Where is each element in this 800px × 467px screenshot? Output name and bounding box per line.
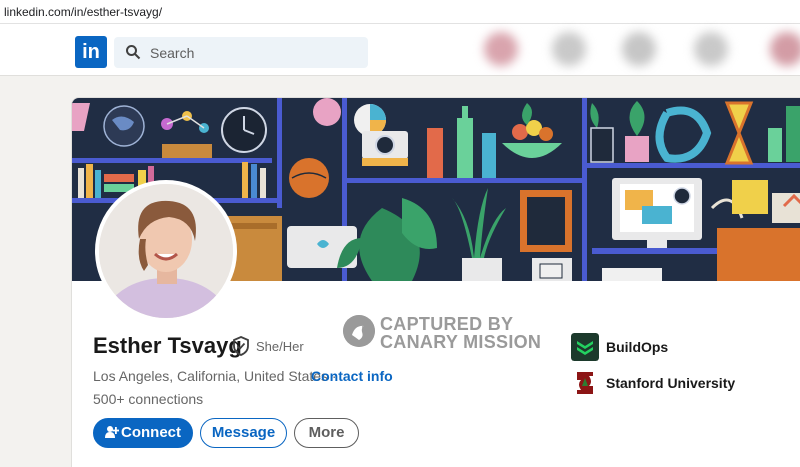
canary-bird-icon — [343, 315, 375, 347]
canary-mission-watermark: CAPTURED BY CANARY MISSION — [343, 314, 543, 354]
search-icon — [126, 45, 141, 60]
add-person-icon — [105, 426, 120, 438]
connect-button-label: Connect — [121, 424, 181, 441]
browser-address-bar[interactable]: linkedin.com/in/esther-tsvayg/ — [0, 0, 800, 24]
profile-photo — [99, 184, 233, 318]
nav-item-blurred[interactable] — [552, 32, 586, 66]
profile-location: Los Angeles, California, United States · — [93, 368, 337, 384]
experience-label: BuildOps — [606, 339, 669, 355]
linkedin-logo[interactable]: in — [75, 36, 107, 68]
message-button[interactable]: Message — [200, 418, 287, 448]
top-navigation: in Search — [0, 24, 800, 76]
profile-avatar[interactable] — [95, 180, 237, 322]
search-bar[interactable]: Search — [114, 37, 368, 68]
verified-shield-icon[interactable] — [232, 336, 250, 356]
connections-count[interactable]: 500+ connections — [93, 391, 203, 407]
nav-item-blurred[interactable] — [484, 32, 518, 66]
url-text: linkedin.com/in/esther-tsvayg/ — [4, 5, 163, 19]
nav-item-blurred[interactable] — [694, 32, 728, 66]
stanford-logo-icon — [571, 369, 599, 397]
connect-button[interactable]: Connect — [93, 418, 193, 448]
watermark-line-2: CANARY MISSION — [380, 332, 542, 352]
education-label: Stanford University — [606, 375, 736, 391]
profile-name: Esther Tsvayg — [93, 333, 242, 358]
nav-item-blurred[interactable] — [770, 32, 800, 66]
nav-item-blurred[interactable] — [622, 32, 656, 66]
more-button[interactable]: More — [294, 418, 359, 448]
pronouns-label: She/Her — [256, 339, 304, 354]
buildops-logo-icon — [571, 333, 599, 361]
contact-info-link[interactable]: Contact info — [311, 368, 393, 384]
search-placeholder: Search — [150, 45, 195, 61]
